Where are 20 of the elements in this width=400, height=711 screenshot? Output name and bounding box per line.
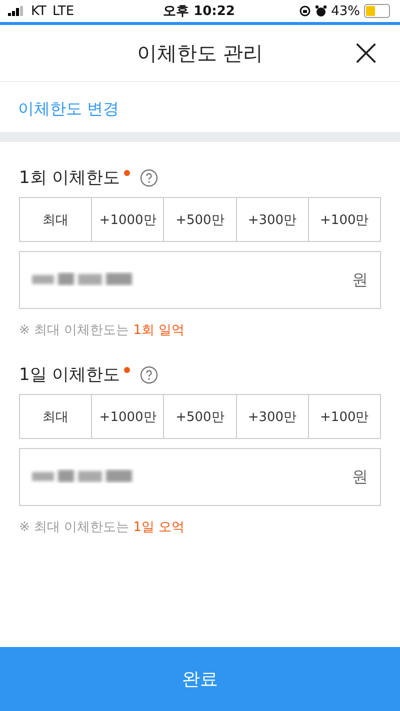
network-type: LTE [52, 4, 74, 18]
unit-label: 원 [352, 270, 368, 290]
page-title: 이체한도 관리 [136, 40, 264, 66]
limit-note: ※ 최대 이체한도는 1회 일억 [19, 322, 186, 339]
section-label: 1회 이체한도 [19, 167, 120, 189]
signal-icon [8, 6, 25, 16]
help-icon[interactable] [140, 168, 158, 186]
amount-field[interactable]: 원 [19, 448, 381, 506]
help-icon[interactable] [140, 366, 158, 384]
close-button[interactable]: × [346, 35, 386, 69]
unit-label: 원 [352, 466, 368, 488]
amount-field[interactable]: 원 [19, 251, 381, 309]
rotation-lock-icon [299, 5, 312, 17]
clock-time: 오후 10:22 [163, 3, 235, 20]
alarm-clock-icon [315, 5, 328, 17]
section-label: 1일 이체한도 [19, 364, 120, 386]
carrier-name: KT [31, 4, 46, 18]
limit-note: ※ 최대 이체한도는 1일 오억 [19, 519, 186, 536]
battery-percent: 43% [331, 4, 360, 18]
battery-icon [364, 4, 390, 18]
